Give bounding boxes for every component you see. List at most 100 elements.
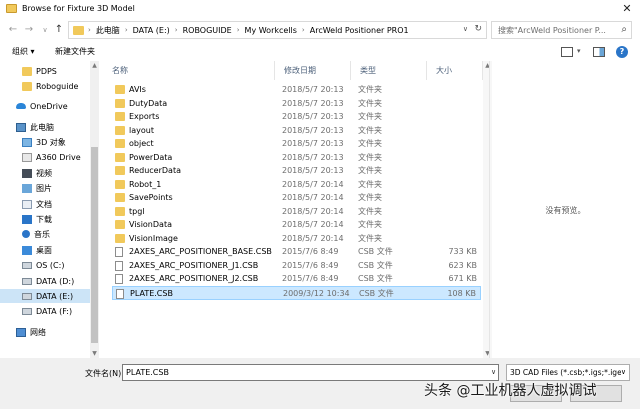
close-button[interactable]: ✕ (620, 2, 634, 15)
file-row[interactable]: SavePoints 2018/5/7 20:14 文件夹 (112, 191, 481, 205)
scroll-down-icon[interactable]: ▼ (90, 349, 99, 358)
navigation-pane: PDPS Roboguide OneDrive 此电脑 3D 对象 A360 D… (0, 61, 90, 361)
tree-item-roboguide[interactable]: Roboguide (0, 79, 90, 93)
forward-arrow-icon[interactable]: → (22, 22, 36, 38)
column-header-size[interactable]: 大小 (427, 61, 483, 80)
tree-scroll-thumb[interactable] (91, 147, 98, 343)
breadcrumb-item[interactable]: DATA (E:) (133, 26, 170, 35)
folder-icon (115, 179, 125, 189)
recent-dropdown-icon[interactable]: ∨ (38, 22, 52, 38)
breadcrumb-item[interactable]: ROBOGUIDE (183, 26, 232, 35)
tree-item-drive-c[interactable]: OS (C:) (0, 258, 90, 272)
refresh-icon[interactable]: ↻ (474, 24, 482, 34)
tree-item-3d-objects[interactable]: 3D 对象 (0, 135, 90, 149)
folder-icon (115, 112, 125, 121)
tree-item-this-pc[interactable]: 此电脑 (0, 120, 90, 134)
navigation-bar: ← → ∨ ↑ › 此电脑 › DATA (E:) › ROBOGUIDE › … (0, 19, 640, 41)
folder-icon (73, 25, 84, 35)
filetype-value: 3D CAD Files (*.csb;*.igs;*.ige (510, 368, 622, 377)
file-row[interactable]: ReducerData 2018/5/7 20:13 文件夹 (112, 164, 481, 178)
scroll-up-icon[interactable]: ▲ (90, 61, 99, 70)
tree-item-a360[interactable]: A360 Drive (0, 150, 90, 164)
tree-item-pictures[interactable]: 图片 (0, 181, 90, 195)
a360-icon (22, 152, 32, 162)
video-icon (22, 168, 32, 178)
folder-icon (115, 233, 125, 243)
download-icon (22, 214, 32, 224)
3d-objects-icon (22, 137, 32, 147)
file-row[interactable]: tpgl 2018/5/7 20:14 文件夹 (112, 205, 481, 219)
tree-item-documents[interactable]: 文档 (0, 197, 90, 211)
view-mode-icon[interactable] (561, 47, 573, 57)
back-arrow-icon[interactable]: ← (6, 22, 20, 38)
column-header-type[interactable]: 类型 (351, 61, 427, 80)
breadcrumb-item[interactable]: 此电脑 (96, 25, 120, 36)
address-bar[interactable]: › 此电脑 › DATA (E:) › ROBOGUIDE › My Workc… (68, 21, 487, 39)
file-row[interactable]: AVIs 2018/5/7 20:13 文件夹 (112, 83, 481, 97)
computer-icon (16, 122, 26, 132)
chevron-right-icon: › (88, 26, 91, 34)
file-row[interactable]: object 2018/5/7 20:13 文件夹 (112, 137, 481, 151)
file-row[interactable]: VisionData 2018/5/7 20:14 文件夹 (112, 218, 481, 232)
column-header-name[interactable]: 名称 (103, 61, 275, 80)
tree-item-music[interactable]: 音乐 (0, 227, 90, 241)
tree-item-drive-d[interactable]: DATA (D:) (0, 274, 90, 288)
tree-item-drive-f[interactable]: DATA (F:) (0, 304, 90, 318)
folder-icon (115, 166, 125, 175)
view-dropdown-icon[interactable]: ▾ (577, 47, 581, 55)
organize-button[interactable]: 组织 ▾ (12, 46, 35, 57)
folder-icon (115, 139, 125, 148)
tree-item-pdps[interactable]: PDPS (0, 64, 90, 78)
search-icon[interactable]: ⌕ (621, 24, 627, 35)
tree-scrollbar[interactable]: ▲ ▼ (90, 61, 99, 358)
file-row-selected[interactable]: PLATE.CSB 2009/3/12 10:34 CSB 文件 108 KB (112, 285, 481, 300)
file-icon (115, 247, 123, 257)
chevron-right-icon: › (174, 26, 178, 34)
filetype-select[interactable]: 3D CAD Files (*.csb;*.igs;*.ige ∨ (506, 364, 630, 381)
file-row[interactable]: layout 2018/5/7 20:13 文件夹 (112, 124, 481, 138)
toolbar: 组织 ▾ 新建文件夹 ▾ ? (0, 43, 640, 61)
help-icon[interactable]: ? (616, 46, 628, 58)
drive-icon (22, 277, 32, 285)
up-arrow-icon[interactable]: ↑ (52, 22, 66, 38)
file-row[interactable]: DutyData 2018/5/7 20:13 文件夹 (112, 97, 481, 111)
window-title: Browse for Fixture 3D Model (22, 4, 135, 13)
search-placeholder: 搜索"ArcWeld Positioner P... (498, 25, 606, 35)
folder-icon (115, 206, 125, 216)
folder-icon (115, 220, 125, 229)
tree-item-downloads[interactable]: 下载 (0, 212, 90, 226)
new-folder-button[interactable]: 新建文件夹 (55, 46, 95, 57)
no-preview-message: 没有预览。 (545, 206, 586, 215)
pictures-icon (22, 183, 32, 193)
breadcrumb: › 此电脑 › DATA (E:) › ROBOGUIDE › My Workc… (88, 25, 409, 36)
search-input[interactable]: 搜索"ArcWeld Positioner P... ⌕ (491, 21, 632, 39)
address-dropdown-icon[interactable]: ∨ (463, 25, 468, 33)
filename-dropdown-icon[interactable]: ∨ (491, 368, 496, 376)
column-header-date[interactable]: 修改日期 (275, 61, 351, 80)
folder-icon (22, 66, 32, 76)
file-row[interactable]: 2AXES_ARC_POSITIONER_J2.CSB 2015/7/6 8:49… (112, 272, 481, 286)
drive-icon (22, 261, 32, 269)
preview-pane-icon[interactable] (593, 47, 605, 57)
tree-item-network[interactable]: 网络 (0, 325, 90, 339)
preview-pane: 没有预览。 (489, 61, 640, 361)
breadcrumb-item[interactable]: ArcWeld Positioner PRO1 (310, 26, 409, 35)
app-folder-icon (6, 4, 17, 13)
tree-item-desktop[interactable]: 桌面 (0, 243, 90, 257)
desktop-icon (22, 245, 32, 255)
tree-item-onedrive[interactable]: OneDrive (0, 99, 90, 113)
tree-item-drive-e[interactable]: DATA (E:) (0, 289, 90, 303)
breadcrumb-item[interactable]: My Workcells (245, 26, 297, 35)
filename-input[interactable]: PLATE.CSB (122, 364, 499, 381)
file-row[interactable]: Robot_1 2018/5/7 20:14 文件夹 (112, 178, 481, 192)
file-icon (115, 274, 123, 284)
file-row[interactable]: Exports 2018/5/7 20:13 文件夹 (112, 110, 481, 124)
file-row[interactable]: 2AXES_ARC_POSITIONER_J1.CSB 2015/7/6 8:49… (112, 259, 481, 273)
file-row[interactable]: VisionImage 2018/5/7 20:14 文件夹 (112, 232, 481, 246)
folder-icon (115, 193, 125, 202)
tree-item-videos[interactable]: 视频 (0, 166, 90, 180)
folder-icon (115, 85, 125, 94)
file-row[interactable]: 2AXES_ARC_POSITIONER_BASE.CSB 2015/7/6 8:… (112, 245, 481, 259)
file-row[interactable]: PowerData 2018/5/7 20:13 文件夹 (112, 151, 481, 165)
chevron-right-icon: › (124, 26, 128, 34)
